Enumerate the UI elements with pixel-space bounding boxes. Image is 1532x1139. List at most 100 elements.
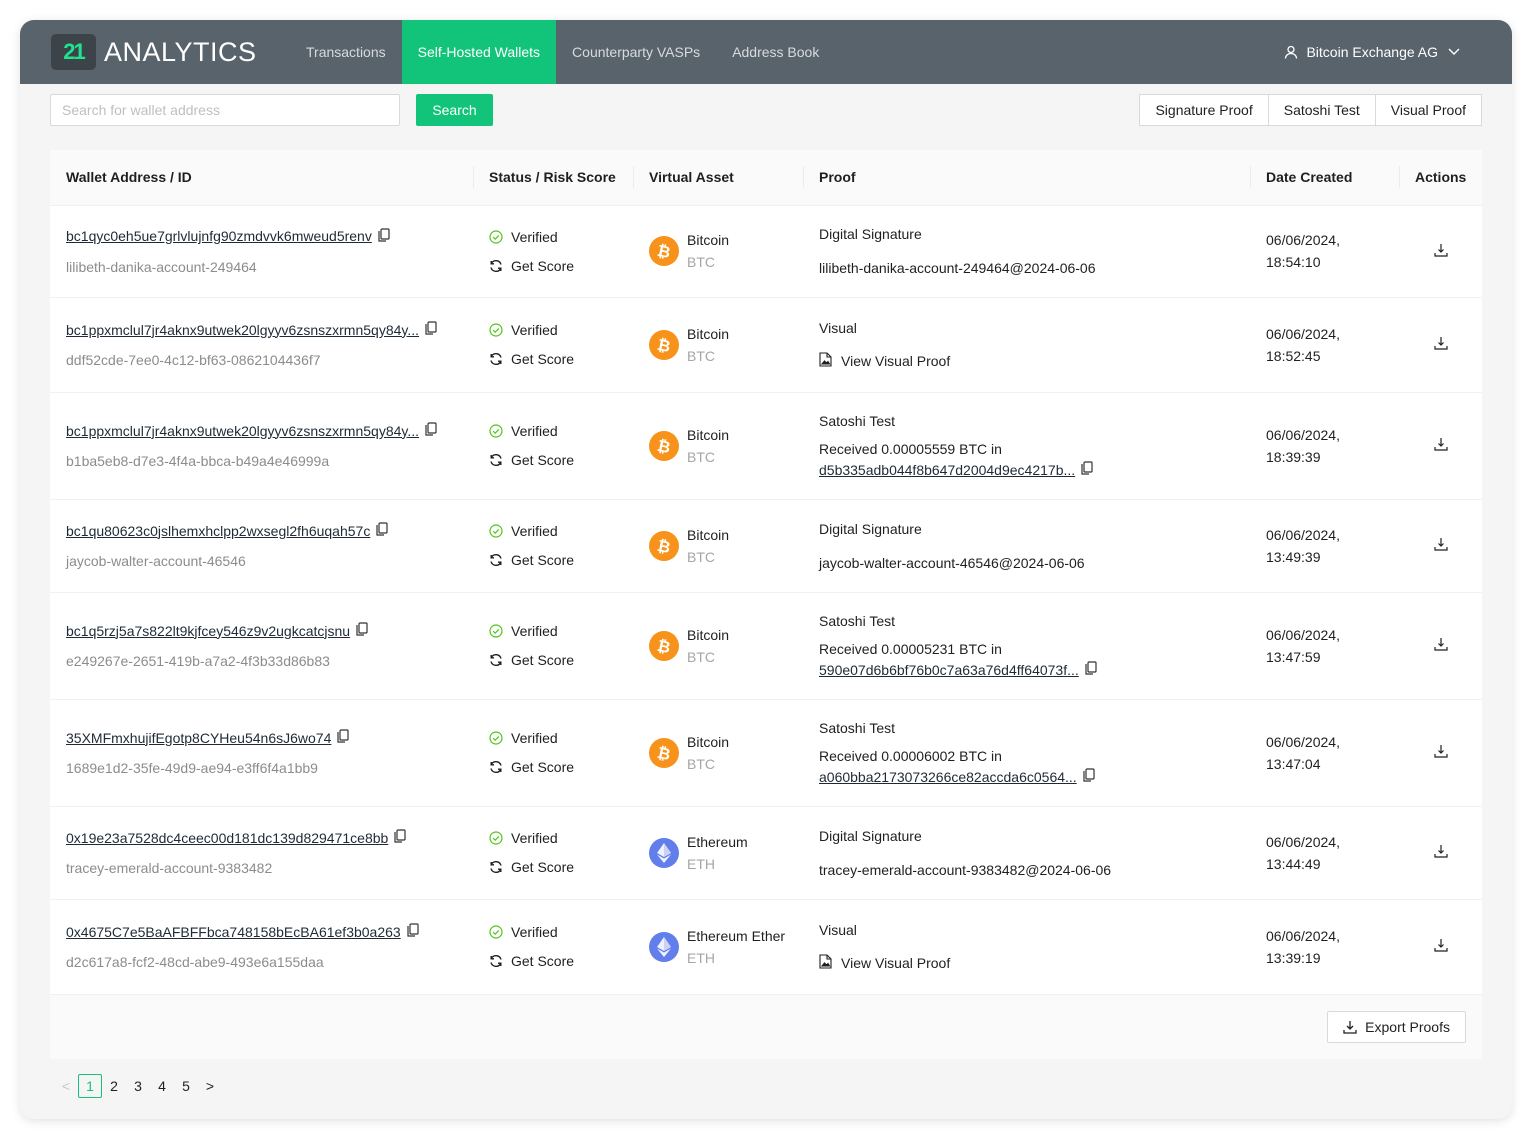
wallet-address-link[interactable]: bc1q5rzj5a7s822lt9kjfcey546z9v2ugkcatcjs… — [66, 623, 350, 639]
nav-counterparty-vasps[interactable]: Counterparty VASPs — [556, 20, 716, 84]
check-circle-icon — [489, 229, 503, 244]
table-row: bc1ppxmclul7jr4aknx9utwek20lgyyv6zsnszxr… — [50, 392, 1482, 500]
get-score-button[interactable]: Get Score — [489, 859, 617, 875]
download-icon[interactable] — [1433, 243, 1448, 260]
status-cell: Verified Get Score — [473, 392, 633, 500]
pagination-prev[interactable]: < — [54, 1074, 78, 1098]
asset-name: Ethereum — [687, 833, 748, 850]
get-score-button[interactable]: Get Score — [489, 452, 617, 468]
pagination-page-1[interactable]: 1 — [78, 1074, 102, 1098]
pagination-page-2[interactable]: 2 — [102, 1074, 126, 1098]
copy-icon[interactable] — [1085, 661, 1097, 678]
copy-icon[interactable] — [356, 622, 368, 639]
get-score-label: Get Score — [511, 759, 575, 775]
time-created: 13:49:39 — [1266, 548, 1321, 565]
wallet-address-link[interactable]: 0x19e23a7528dc4ceec00d181dc139d829471ce8… — [66, 830, 388, 846]
copy-icon[interactable] — [378, 227, 390, 245]
pagination-next[interactable]: > — [198, 1074, 222, 1098]
download-icon[interactable] — [1433, 744, 1448, 761]
column-header-actions: Actions — [1399, 150, 1482, 206]
get-score-button[interactable]: Get Score — [489, 652, 617, 668]
refresh-icon — [490, 453, 502, 467]
export-proofs-label: Export Proofs — [1365, 1018, 1450, 1035]
wallet-address-link[interactable]: bc1qu80623c0jslhemxhclpp2wxsegl2fh6uqah5… — [66, 523, 370, 539]
nav-address-book[interactable]: Address Book — [716, 20, 835, 84]
status-cell: Verified Get Score — [473, 699, 633, 807]
logo[interactable]: 21 ANALYTICS — [51, 34, 290, 70]
copy-icon[interactable] — [337, 729, 349, 746]
get-score-button[interactable]: Get Score — [489, 953, 617, 969]
download-icon — [1343, 1020, 1357, 1034]
pagination-page-5[interactable]: 5 — [174, 1074, 198, 1098]
asset-name: Bitcoin — [687, 426, 730, 443]
transaction-hash-link[interactable]: 590e07d6b6bf76b0c7a63a76d4ff64073f... — [819, 662, 1079, 678]
satoshi-test-button[interactable]: Satoshi Test — [1267, 94, 1376, 126]
date-cell: 06/06/2024, 13:47:59 — [1250, 592, 1399, 700]
toolbar: Search Signature Proof Satoshi Test Visu… — [20, 84, 1512, 150]
table-row: 0x19e23a7528dc4ceec00d181dc139d829471ce8… — [50, 806, 1482, 900]
user-name: Bitcoin Exchange AG — [1306, 44, 1438, 60]
time-created: 13:44:49 — [1266, 855, 1321, 872]
get-score-button[interactable]: Get Score — [489, 351, 617, 367]
asset-name: Bitcoin — [687, 733, 730, 750]
transaction-hash-link[interactable]: a060bba2173073266ce82accda6c0564... — [819, 769, 1077, 785]
table-row: bc1qu80623c0jslhemxhclpp2wxsegl2fh6uqah5… — [50, 499, 1482, 593]
wallet-address-link[interactable]: bc1qyc0eh5ue7grlvlujnfg90zmdvvk6mweud5re… — [66, 228, 372, 244]
view-visual-proof-link[interactable]: View Visual Proof — [819, 953, 1234, 972]
wallet-search-input[interactable] — [50, 94, 400, 126]
svg-text:₿: ₿ — [656, 537, 672, 555]
check-circle-icon — [489, 831, 503, 845]
visual-proof-button[interactable]: Visual Proof — [1374, 94, 1482, 126]
time-created: 13:47:04 — [1266, 755, 1321, 772]
get-score-button[interactable]: Get Score — [489, 552, 617, 568]
wallet-address-link[interactable]: 0x4675C7e5BaAFBFFbca748158bEcBA61ef3b0a2… — [66, 924, 401, 940]
satoshi-received-text: Received 0.00005231 BTC in — [819, 641, 1002, 657]
copy-icon[interactable] — [394, 829, 406, 846]
search-button[interactable]: Search — [416, 94, 493, 126]
svg-text:₿: ₿ — [656, 336, 672, 354]
download-icon[interactable] — [1433, 537, 1448, 554]
bitcoin-icon: ₿ — [649, 530, 679, 561]
get-score-button[interactable]: Get Score — [489, 258, 617, 274]
asset-ticker: BTC — [687, 548, 715, 565]
proof-type: Digital Signature — [819, 520, 922, 537]
pagination-page-4[interactable]: 4 — [150, 1074, 174, 1098]
wallet-cell: bc1qu80623c0jslhemxhclpp2wxsegl2fh6uqah5… — [50, 499, 473, 593]
refresh-icon — [490, 954, 502, 968]
signature-proof-button[interactable]: Signature Proof — [1139, 94, 1269, 126]
verified-status: Verified — [489, 523, 617, 539]
copy-icon[interactable] — [376, 522, 388, 539]
get-score-label: Get Score — [511, 552, 575, 568]
date-created: 06/06/2024, — [1266, 927, 1340, 944]
proof-type: Digital Signature — [819, 226, 922, 242]
wallet-address-link[interactable]: 35XMFmxhujifEgotp8CYHeu54n6sJ6wo74 — [66, 730, 331, 746]
copy-icon[interactable] — [1083, 768, 1095, 785]
download-icon[interactable] — [1433, 437, 1448, 454]
nav-transactions[interactable]: Transactions — [290, 20, 402, 84]
export-proofs-button[interactable]: Export Proofs — [1327, 1010, 1466, 1043]
asset-name: Bitcoin — [687, 526, 730, 543]
check-circle-icon — [489, 731, 503, 745]
copy-icon[interactable] — [1081, 461, 1093, 478]
download-icon[interactable] — [1433, 938, 1448, 955]
view-visual-proof-link[interactable]: View Visual Proof — [819, 351, 1234, 370]
nav-self-hosted-wallets[interactable]: Self-Hosted Wallets — [401, 20, 557, 84]
wallet-address-link[interactable]: bc1ppxmclul7jr4aknx9utwek20lgyyv6zsnszxr… — [66, 423, 419, 439]
asset-ticker: ETH — [687, 949, 715, 966]
table-row: bc1q5rzj5a7s822lt9kjfcey546z9v2ugkcatcjs… — [50, 592, 1482, 700]
download-icon[interactable] — [1433, 637, 1448, 654]
copy-icon[interactable] — [425, 422, 437, 439]
transaction-hash-link[interactable]: d5b335adb044f8b647d2004d9ec4217b... — [819, 462, 1075, 478]
pagination-page-3[interactable]: 3 — [126, 1074, 150, 1098]
download-icon[interactable] — [1433, 844, 1448, 861]
app-window: 21 ANALYTICS Transactions Self-Hosted Wa… — [20, 20, 1512, 1119]
time-created: 18:54:10 — [1266, 254, 1321, 270]
download-icon[interactable] — [1433, 336, 1448, 353]
date-cell: 06/06/2024, 13:44:49 — [1250, 806, 1399, 900]
copy-icon[interactable] — [425, 321, 437, 338]
copy-icon[interactable] — [407, 923, 419, 940]
wallet-address-link[interactable]: bc1ppxmclul7jr4aknx9utwek20lgyyv6zsnszxr… — [66, 322, 419, 338]
user-menu[interactable]: Bitcoin Exchange AG — [1284, 20, 1468, 84]
status-label: Verified — [511, 730, 558, 746]
get-score-button[interactable]: Get Score — [489, 759, 617, 775]
